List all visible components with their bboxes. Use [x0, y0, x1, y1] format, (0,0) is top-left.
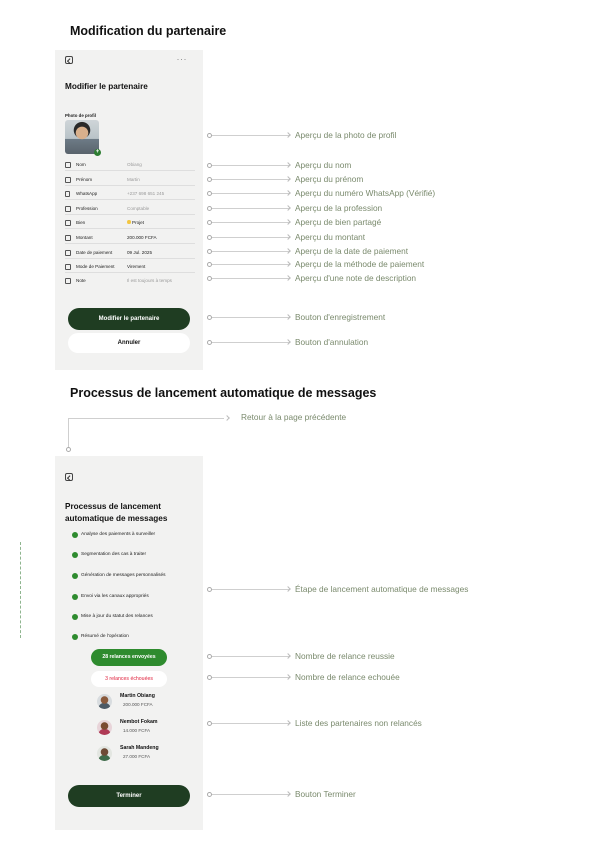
field-label: Profession: [76, 206, 98, 211]
field-label: Note: [76, 278, 86, 283]
edit-partner-screen: ··· Modifier le partenaire Photo de prof…: [55, 50, 203, 370]
check-dot-icon: [72, 633, 78, 640]
field-label: Montant: [76, 235, 93, 240]
section-title-processus: Processus de lancement automatique de me…: [70, 386, 377, 400]
partner-list-item[interactable]: Nembot Fokam 14.000 FCFA: [97, 718, 177, 738]
partner-name: Sarah Mandeng: [120, 745, 159, 751]
finish-button[interactable]: Terminer: [68, 785, 190, 807]
partner-list-item[interactable]: Sarah Mandeng 27.000 FCFA: [97, 744, 177, 764]
failed-count-badge: 3 relances échouées: [91, 671, 167, 687]
back-icon[interactable]: [65, 56, 73, 64]
id-card-icon: [65, 177, 71, 183]
partner-amount: 200.000 FCFA: [123, 702, 153, 707]
field-nom[interactable]: Nom Obiang: [65, 161, 195, 171]
screen-title: Processus de lancement automatique de me…: [65, 501, 167, 525]
field-label: Date de paiement: [76, 250, 113, 255]
screen-title: Modifier le partenaire: [65, 82, 148, 91]
field-mode-paiement[interactable]: Mode de Paiement Virement: [65, 263, 195, 273]
field-label: Mode de Paiement: [76, 264, 115, 269]
field-label: Nom: [76, 162, 86, 167]
screen-title-line1: Processus de lancement: [65, 502, 162, 511]
check-dot-icon: [72, 572, 78, 579]
note-icon: [65, 278, 71, 284]
briefcase-icon: [65, 206, 71, 212]
return-connector-vertical: [68, 418, 69, 450]
screen-title-line2: automatique de messages: [65, 514, 168, 523]
return-connector-dot: [65, 447, 71, 452]
field-prenom[interactable]: Prénom Martin: [65, 176, 195, 186]
field-label: Prénom: [76, 177, 93, 182]
add-photo-icon[interactable]: +: [94, 149, 101, 156]
field-bien[interactable]: Bien Projet: [65, 219, 195, 229]
field-label: WhatsApp: [76, 191, 98, 196]
status-dot-icon: [127, 220, 131, 224]
field-value: Comptable: [127, 206, 150, 211]
wallet-icon: [65, 235, 71, 241]
house-icon: [65, 220, 71, 226]
annotation-return: Retour à la page précédente: [241, 412, 347, 422]
field-profession[interactable]: Profession Comptable: [65, 205, 195, 215]
payment-method-icon: [65, 264, 71, 270]
partner-list-item[interactable]: Martin Obiang 200.000 FCFA: [97, 692, 177, 712]
auto-messages-screen: Processus de lancement automatique de me…: [55, 456, 203, 830]
calendar-icon: [65, 250, 71, 256]
field-value: 09 Jul. 2025: [127, 250, 153, 255]
steps-connector: [19, 542, 21, 638]
field-value: Martin: [127, 177, 140, 182]
field-value: Virement: [127, 264, 146, 269]
partner-amount: 27.000 FCFA: [123, 754, 151, 759]
field-note[interactable]: Note Il est toujours à temps: [65, 277, 195, 287]
avatar: [97, 694, 112, 709]
photo-label: Photo de profil: [65, 113, 96, 118]
field-date-paiement[interactable]: Date de paiement 09 Jul. 2025: [65, 249, 195, 259]
success-count-badge: 28 relances envoyées: [91, 649, 167, 666]
phone-icon: [65, 191, 70, 197]
field-value: Il est toujours à temps: [127, 278, 172, 283]
save-partner-button[interactable]: Modifier le partenaire: [68, 308, 190, 330]
check-dot-icon: [72, 613, 78, 620]
back-icon[interactable]: [65, 473, 73, 481]
section-title-modification: Modification du partenaire: [70, 24, 227, 38]
avatar: [97, 746, 112, 761]
id-card-icon: [65, 162, 71, 168]
partner-amount: 14.000 FCFA: [123, 728, 151, 733]
check-dot-icon: [72, 551, 78, 558]
return-connector: [68, 418, 224, 419]
field-value: Obiang: [127, 162, 142, 167]
field-whatsapp[interactable]: WhatsApp +237 698 651 245: [65, 190, 195, 200]
profile-photo[interactable]: [65, 120, 99, 154]
check-dot-icon: [72, 593, 78, 600]
return-connector-arrow: [224, 415, 230, 421]
field-label: Bien: [76, 220, 86, 225]
more-options-icon[interactable]: ···: [177, 54, 188, 64]
partner-name: Martin Obiang: [120, 693, 155, 699]
field-value: Projet: [127, 219, 144, 227]
field-value: 200.000 FCFA: [127, 235, 157, 240]
field-montant[interactable]: Montant 200.000 FCFA: [65, 234, 195, 244]
cancel-button[interactable]: Annuler: [68, 333, 190, 353]
field-value: +237 698 651 245: [127, 191, 165, 196]
avatar: [97, 720, 112, 735]
check-dot-icon: [72, 531, 78, 538]
partner-name: Nembot Fokam: [120, 719, 158, 725]
